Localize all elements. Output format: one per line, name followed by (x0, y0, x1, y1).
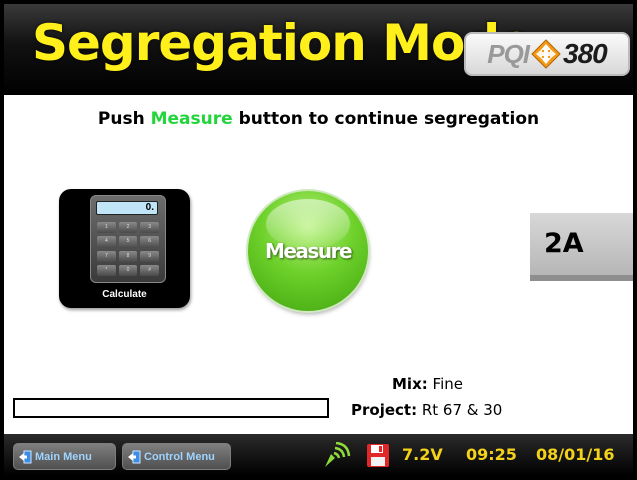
control-menu-label: Control Menu (144, 450, 215, 463)
calc-key: 2 (118, 222, 138, 234)
signal-icon (325, 442, 351, 467)
current-date: 08/01/16 (536, 445, 615, 464)
calculator-keypad: 1 2 3 4 5 6 7 8 9 * 0 # (97, 222, 159, 276)
main-menu-label: Main Menu (35, 450, 92, 463)
mix-row: Mix: Fine (392, 375, 463, 393)
measure-label: Measure (264, 239, 353, 263)
instruction-suffix: button to continue segregation (232, 109, 540, 129)
main-menu-button[interactable]: Main Menu (13, 443, 116, 470)
position-badge: 2A (530, 213, 633, 281)
project-label: Project: (351, 401, 418, 419)
instruction-text: Push Measure button to continue segregat… (4, 109, 633, 129)
header-bar: Segregation Mode PQI 380 (4, 4, 633, 95)
instruction-highlight: Measure (150, 109, 233, 129)
calc-key: * (97, 264, 116, 276)
control-menu-button[interactable]: Control Menu (122, 443, 231, 470)
calc-key: 3 (140, 222, 159, 234)
calc-key: 5 (118, 236, 138, 248)
calculator-display: 0. (96, 201, 158, 215)
diamond-arrows-icon (531, 39, 561, 69)
calc-key: 6 (140, 236, 159, 248)
calc-key: # (140, 264, 159, 276)
calc-key: 7 (97, 250, 116, 262)
save-disk-icon (367, 444, 389, 467)
calculator-icon: 0. 1 2 3 4 5 6 7 8 9 * 0 # (90, 195, 166, 283)
calculate-label: Calculate (102, 289, 147, 300)
main-panel: Push Measure button to continue segregat… (4, 95, 633, 434)
calc-key: 9 (140, 250, 159, 262)
logo-model-text: 380 (563, 38, 608, 69)
footer-bar: Main Menu Control Menu 7.2V 09:25 08/01/… (4, 434, 633, 476)
instruction-prefix: Push (97, 109, 151, 129)
page-title: Segregation Mode (32, 14, 533, 72)
project-value: Rt 67 & 30 (421, 401, 503, 419)
project-row: Project: Rt 67 & 30 (351, 401, 502, 419)
exit-arrow-icon (128, 450, 141, 463)
brand-logo: PQI 380 (464, 32, 630, 76)
clock-time: 09:25 (466, 445, 517, 464)
mix-label: Mix: (392, 375, 428, 393)
calc-key: 0 (118, 264, 138, 276)
exit-arrow-icon (19, 450, 32, 463)
mix-value: Fine (432, 375, 463, 393)
progress-bar (13, 398, 329, 418)
measure-button[interactable]: Measure (248, 191, 368, 311)
logo-pqi-text: PQI (487, 38, 530, 69)
calculate-button[interactable]: 0. 1 2 3 4 5 6 7 8 9 * 0 # Calculate (59, 189, 190, 308)
calc-key: 8 (118, 250, 138, 262)
calc-key: 4 (97, 236, 116, 248)
battery-voltage: 7.2V (402, 445, 443, 464)
calc-key: 1 (97, 222, 116, 234)
